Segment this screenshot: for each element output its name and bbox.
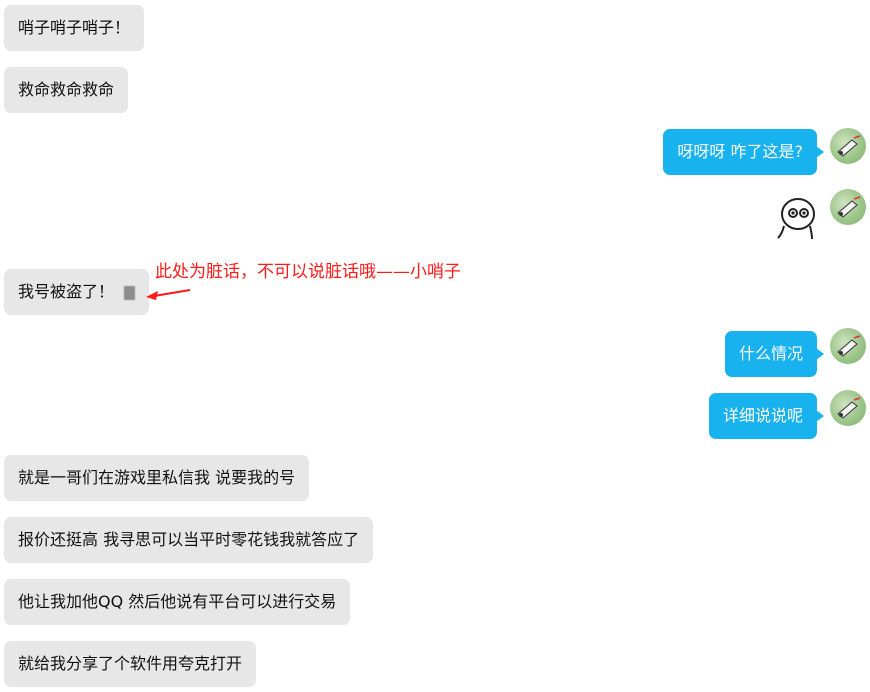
sticker-image[interactable] (772, 192, 820, 240)
user-avatar[interactable] (830, 390, 866, 426)
message-bubble-received[interactable]: 我号被盗了！ (4, 269, 150, 315)
user-avatar[interactable] (830, 189, 866, 225)
user-avatar[interactable] (830, 128, 866, 164)
annotation-arrow (146, 289, 191, 300)
sticker-drawing (777, 198, 815, 240)
message-bubble-sent[interactable]: 详细说说呢 (708, 393, 825, 439)
message-bubble-sent[interactable]: 呀呀呀 咋了这是? (663, 129, 824, 175)
censored-mosaic (124, 285, 136, 300)
user-avatar[interactable] (830, 328, 866, 364)
message-bubble-received[interactable]: 他让我加他QQ 然后他说有平台可以进行交易 (4, 579, 351, 625)
message-bubble-received[interactable]: 就是一哥们在游戏里私信我 说要我的号 (4, 455, 310, 501)
message-bubble-received[interactable]: 就给我分享了个软件用夸克打开 (4, 641, 257, 687)
message-bubble-received[interactable]: 救命救命救命 (4, 67, 129, 113)
message-bubble-sent[interactable]: 什么情况 (724, 331, 825, 377)
message-bubble-received[interactable]: 哨子哨子哨子！ (4, 5, 145, 51)
message-bubble-received[interactable]: 报价还挺高 我寻思可以当平时零花钱我就答应了 (4, 517, 374, 563)
message-text: 我号被盗了！ (18, 282, 115, 301)
annotation-text: 此处为脏话，不可以说脏话哦——小哨子 (155, 262, 461, 282)
